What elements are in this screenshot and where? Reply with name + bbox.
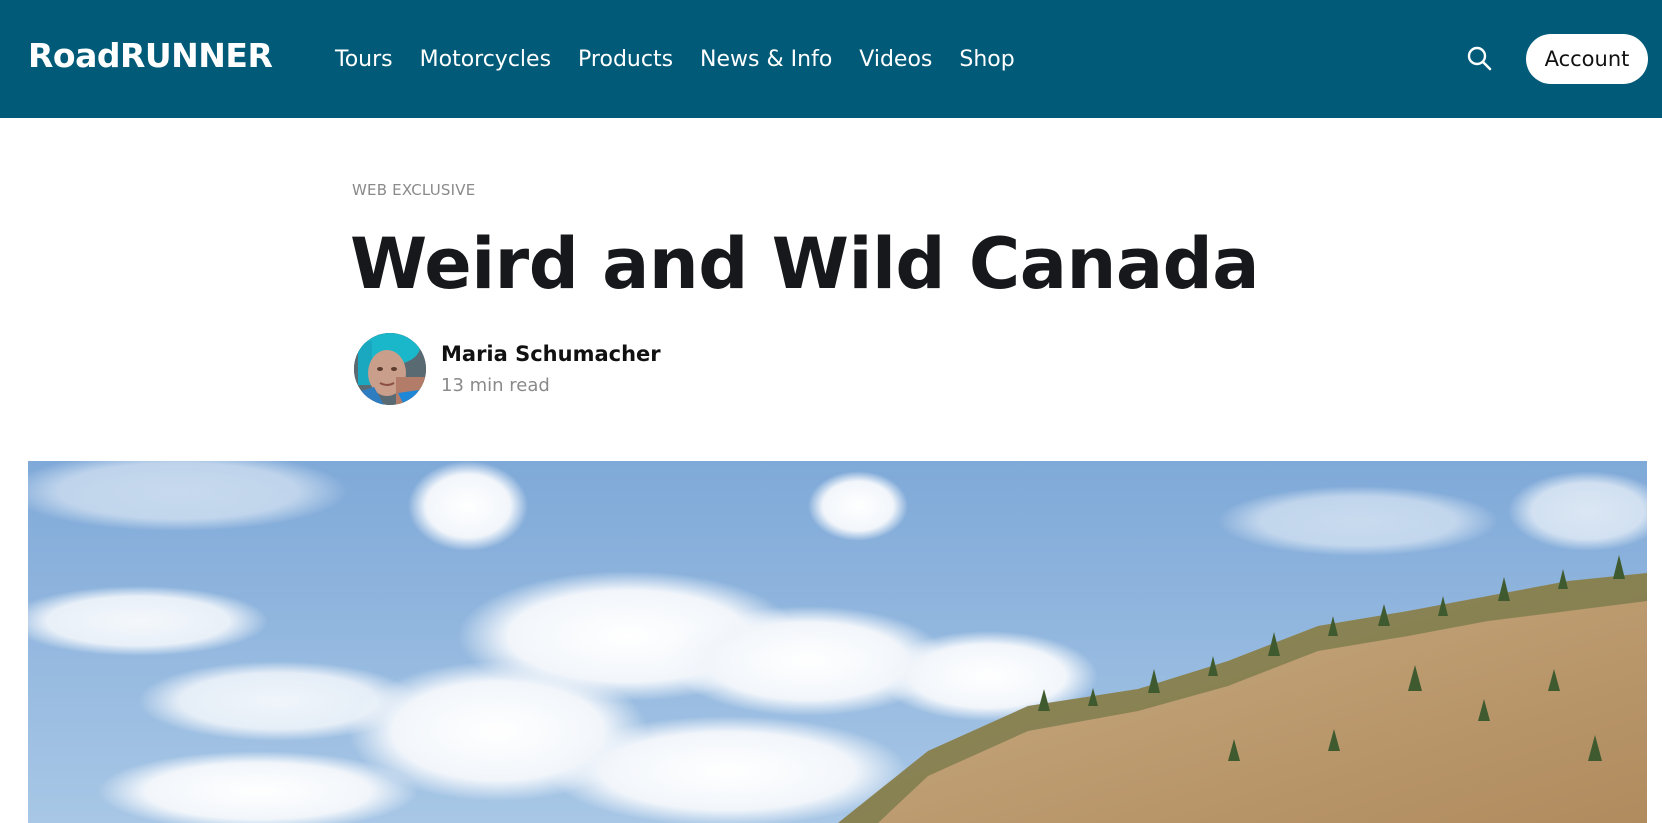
nav-item-shop[interactable]: Shop [959,40,1014,80]
nav-item-tours[interactable]: Tours [335,40,393,80]
nav-item-products[interactable]: Products [578,40,673,80]
search-icon [1467,46,1492,71]
nav-item-motorcycles[interactable]: Motorcycles [420,40,551,80]
hero-landscape [28,461,1647,823]
author-avatar[interactable] [354,333,426,405]
page: RoadRUNNER Tours Motorcycles Products Ne… [0,0,1662,823]
hero-image [28,461,1647,823]
site-logo[interactable]: RoadRUNNER [28,34,273,78]
article-title: Weird and Wild Canada [350,223,1259,305]
nav-item-news-info[interactable]: News & Info [700,40,832,80]
read-time: 13 min read [441,375,550,396]
article-category[interactable]: WEB EXCLUSIVE [352,181,475,199]
author-avatar-image [354,333,426,405]
search-button[interactable] [1462,41,1496,75]
author-name[interactable]: Maria Schumacher [441,338,661,370]
nav-item-videos[interactable]: Videos [859,40,932,80]
site-header: RoadRUNNER Tours Motorcycles Products Ne… [0,0,1662,118]
account-button[interactable]: Account [1526,34,1648,84]
main-nav: Tours Motorcycles Products News & Info V… [335,40,1042,80]
